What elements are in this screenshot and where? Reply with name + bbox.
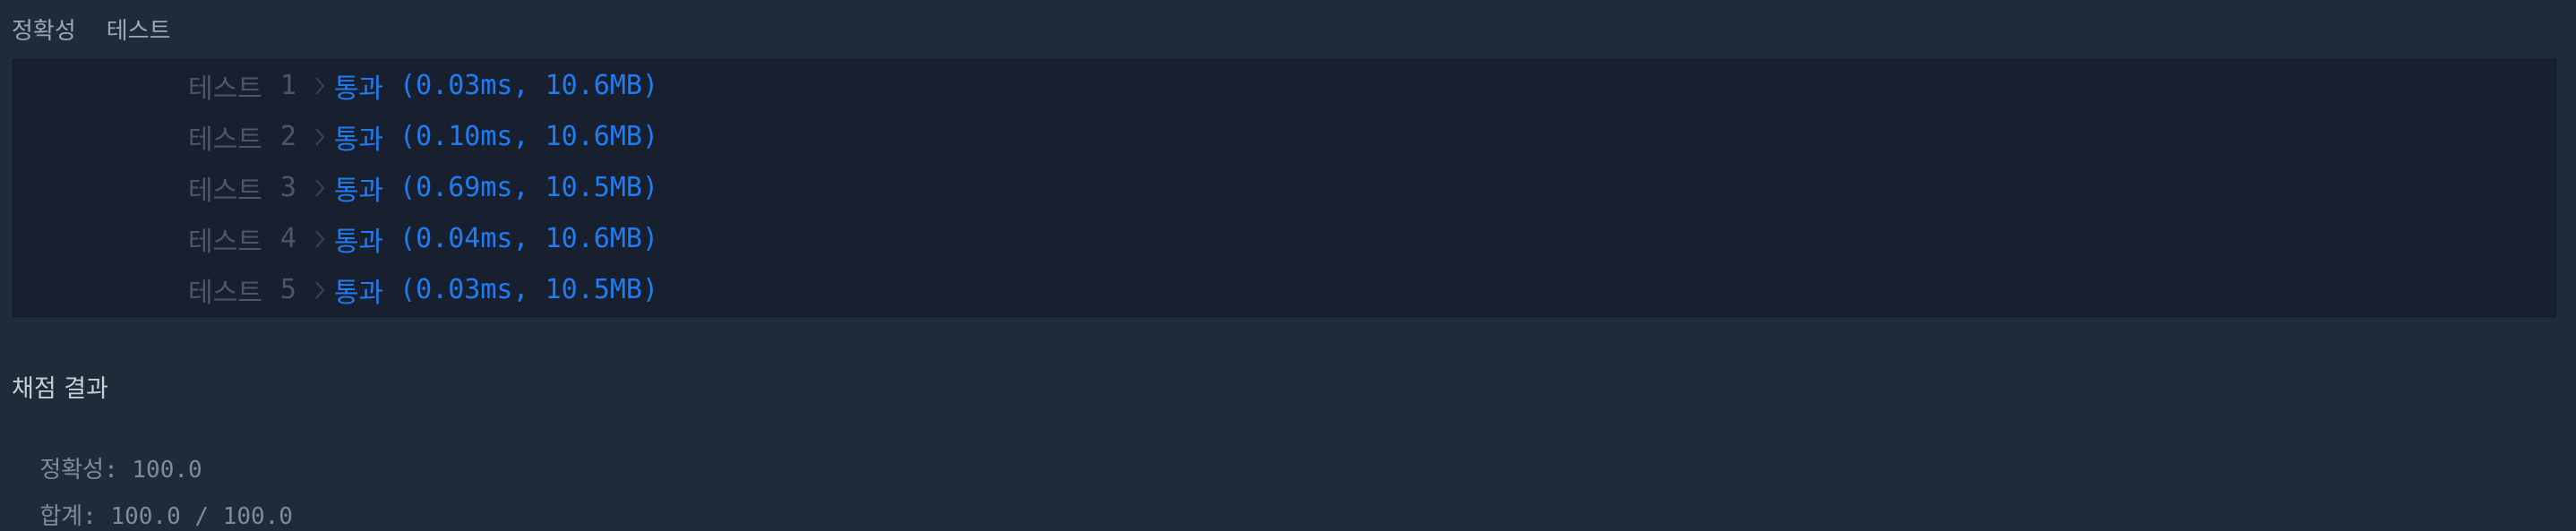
test-result-row: 테스트 4 통과 (0.04ms, 10.6MB) bbox=[188, 213, 658, 264]
grading-result-title: 채점 결과 bbox=[12, 375, 108, 403]
test-result-row: 테스트 2 통과 (0.10ms, 10.6MB) bbox=[188, 111, 658, 162]
test-metrics: (0.03ms, 10.5MB) bbox=[399, 274, 658, 305]
test-label: 테스트 bbox=[188, 175, 262, 207]
test-result-row: 테스트 1 통과 (0.03ms, 10.6MB) bbox=[188, 60, 658, 111]
total-score: 합계: 100.0 / 100.0 bbox=[12, 471, 293, 531]
test-result-row: 테스트 5 통과 (0.03ms, 10.5MB) bbox=[188, 264, 658, 315]
test-metrics: (0.04ms, 10.6MB) bbox=[399, 223, 658, 254]
chevron-right-icon bbox=[305, 277, 334, 304]
pass-status: 통과 bbox=[333, 226, 384, 258]
test-metrics: (0.10ms, 10.6MB) bbox=[399, 121, 658, 152]
test-result-row: 테스트 3 통과 (0.69ms, 10.5MB) bbox=[188, 162, 658, 213]
total-score-label: 합계 bbox=[39, 503, 83, 530]
test-number: 4 bbox=[279, 223, 296, 254]
test-number: 5 bbox=[279, 274, 296, 305]
total-score-value: : 100.0 / 100.0 bbox=[82, 503, 293, 530]
test-label: 테스트 bbox=[188, 226, 262, 258]
pass-status: 통과 bbox=[333, 277, 384, 309]
test-number: 2 bbox=[279, 121, 296, 152]
test-heading: 테스트 bbox=[106, 17, 171, 45]
section-header: 정확성 테스트 bbox=[12, 11, 171, 47]
test-metrics: (0.03ms, 10.6MB) bbox=[399, 70, 658, 101]
chevron-right-icon bbox=[305, 175, 334, 201]
test-metrics: (0.69ms, 10.5MB) bbox=[399, 172, 658, 203]
test-results-panel: 테스트 1 통과 (0.03ms, 10.6MB) 테스트 2 통과 (0.10… bbox=[13, 59, 2556, 317]
test-number: 1 bbox=[279, 70, 296, 101]
accuracy-heading: 정확성 bbox=[12, 17, 76, 45]
test-label: 테스트 bbox=[188, 73, 262, 105]
chevron-right-icon bbox=[305, 124, 334, 150]
pass-status: 통과 bbox=[333, 124, 384, 156]
chevron-right-icon bbox=[305, 226, 334, 253]
pass-status: 통과 bbox=[333, 73, 384, 105]
test-label: 테스트 bbox=[188, 277, 262, 309]
test-number: 3 bbox=[279, 172, 296, 203]
test-label: 테스트 bbox=[188, 124, 262, 156]
pass-status: 통과 bbox=[333, 175, 384, 207]
chevron-right-icon bbox=[305, 73, 334, 99]
